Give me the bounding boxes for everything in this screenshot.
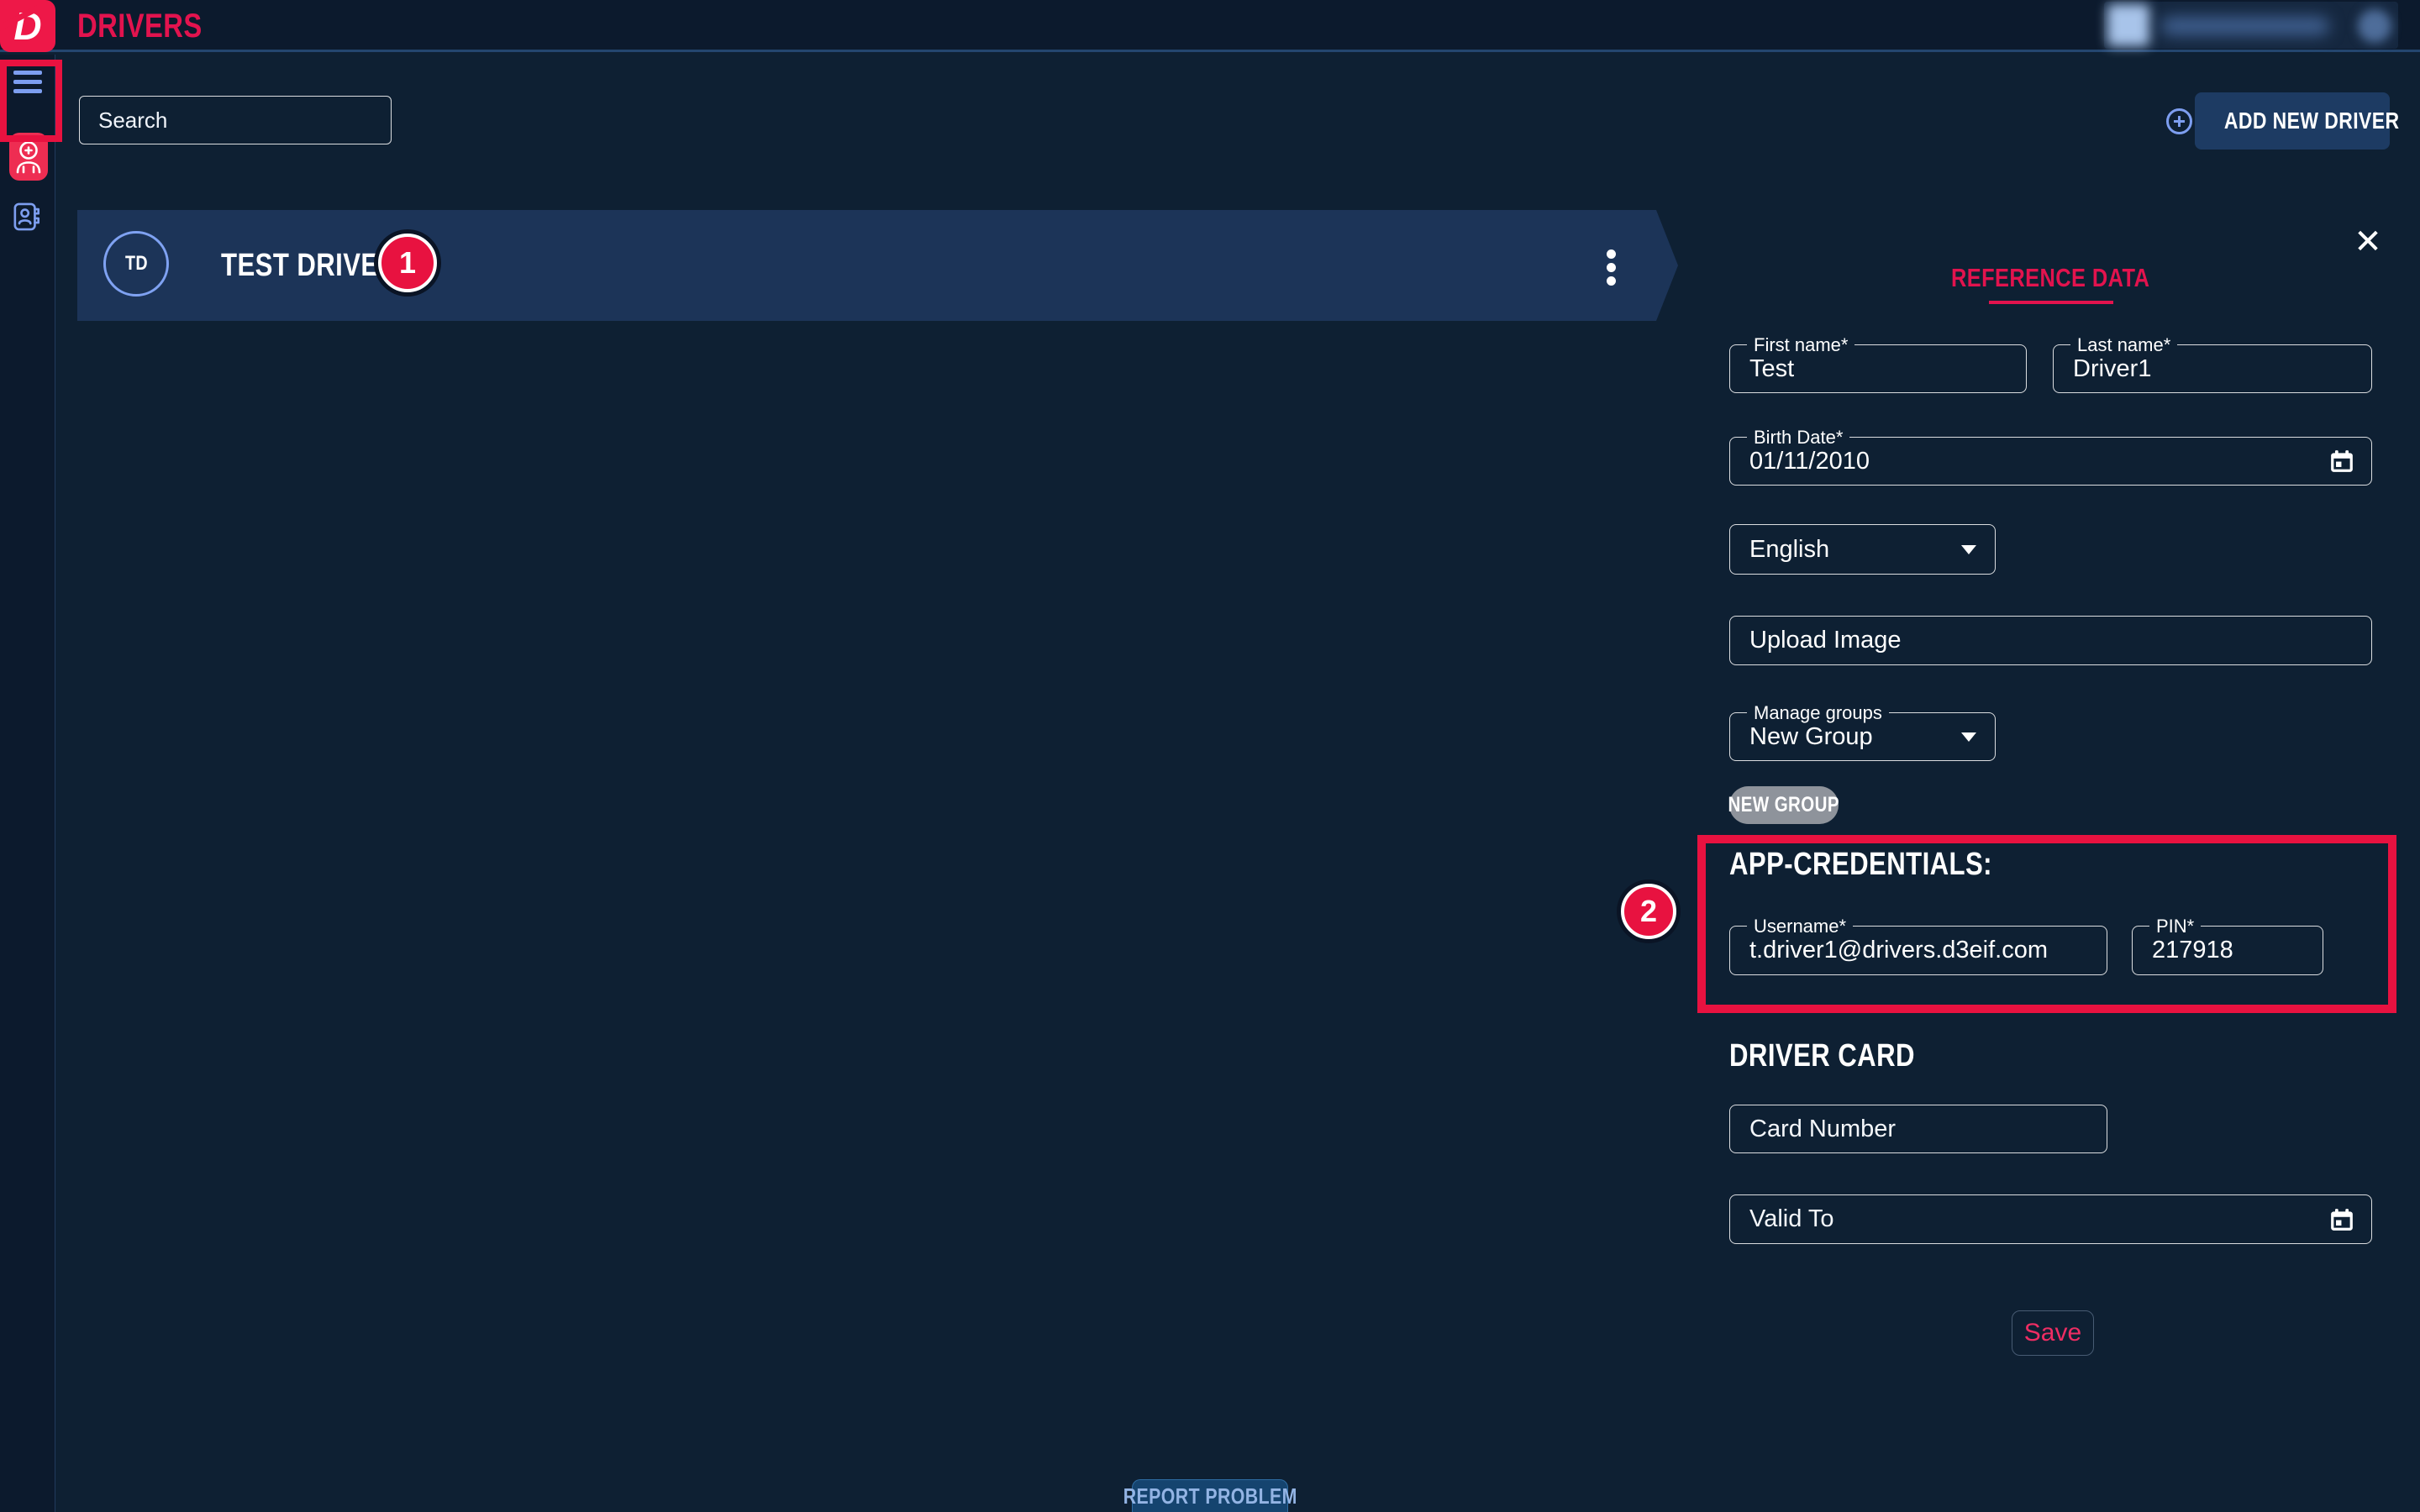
report-problem-button[interactable]: REPORT PROBLEM bbox=[1132, 1479, 1288, 1512]
driver-initials: TD bbox=[124, 252, 147, 276]
add-new-driver-button[interactable]: ADD NEW DRIVER bbox=[2195, 92, 2390, 150]
user-avatar[interactable] bbox=[2107, 4, 2149, 46]
pin-label: PIN* bbox=[2149, 916, 2201, 937]
sidebar-item-drivers[interactable] bbox=[9, 133, 48, 181]
birth-date-label: Birth Date* bbox=[1747, 427, 1849, 449]
driver-row[interactable]: TD TEST DRIVER1 bbox=[77, 210, 1678, 321]
app-screen: DRIVERS D bbox=[0, 0, 2420, 1512]
save-label: Save bbox=[2024, 1319, 2081, 1347]
menu-icon bbox=[13, 71, 42, 75]
pin-field[interactable]: PIN* bbox=[2132, 926, 2323, 975]
chevron-down-icon bbox=[1961, 545, 1976, 554]
annotation-step-2: 2 bbox=[1621, 884, 1676, 939]
user-info-panel bbox=[2104, 2, 2398, 49]
valid-to-input[interactable] bbox=[1730, 1195, 2371, 1243]
sidebar-item-contacts[interactable] bbox=[13, 202, 41, 232]
top-bar: DRIVERS bbox=[0, 0, 2420, 52]
page-title: DRIVERS bbox=[77, 8, 203, 45]
user-menu-button[interactable] bbox=[2358, 9, 2391, 43]
plus-circle-icon bbox=[2166, 108, 2192, 134]
card-number-field[interactable] bbox=[1729, 1105, 2107, 1153]
first-name-field[interactable]: First name* bbox=[1729, 344, 2027, 393]
annotation-step-1: 1 bbox=[378, 234, 437, 292]
first-name-label: First name* bbox=[1747, 334, 1854, 356]
upload-image-button[interactable]: Upload Image bbox=[1729, 616, 2372, 665]
app-credentials-heading: APP-CREDENTIALS: bbox=[1729, 847, 1992, 883]
language-value: English bbox=[1730, 525, 1995, 574]
panel-title-underline bbox=[1989, 301, 2113, 304]
upload-image-label: Upload Image bbox=[1730, 617, 2371, 664]
close-icon: ✕ bbox=[2354, 223, 2382, 261]
app-logo: D bbox=[0, 0, 55, 52]
manage-groups-select[interactable]: Manage groups New Group bbox=[1729, 712, 1996, 761]
report-problem-label: REPORT PROBLEM bbox=[1123, 1483, 1297, 1509]
card-number-input[interactable] bbox=[1730, 1105, 2107, 1152]
save-button[interactable]: Save bbox=[2012, 1310, 2094, 1356]
driver-icon bbox=[13, 139, 44, 176]
last-name-label: Last name* bbox=[2070, 334, 2177, 356]
last-name-field[interactable]: Last name* bbox=[2053, 344, 2372, 393]
manage-groups-label: Manage groups bbox=[1747, 702, 1889, 724]
username-field[interactable]: Username* bbox=[1729, 926, 2107, 975]
driver-avatar: TD bbox=[103, 231, 169, 297]
sidebar bbox=[0, 55, 55, 1512]
contacts-book-icon bbox=[13, 201, 41, 233]
birth-date-field[interactable]: Birth Date* bbox=[1729, 437, 2372, 486]
chevron-down-icon bbox=[1961, 732, 1976, 742]
user-name-redacted bbox=[2161, 17, 2329, 35]
group-chip[interactable]: NEW GROUP bbox=[1729, 786, 1839, 824]
add-new-driver-label: ADD NEW DRIVER bbox=[2224, 108, 2400, 134]
hamburger-menu-button[interactable] bbox=[13, 71, 42, 93]
panel-title: REFERENCE DATA bbox=[1951, 263, 2149, 293]
language-select[interactable]: English bbox=[1729, 524, 1996, 575]
row-kebab-menu-button[interactable] bbox=[1601, 249, 1621, 291]
calendar-icon[interactable] bbox=[2329, 1207, 2354, 1232]
valid-to-field[interactable] bbox=[1729, 1194, 2372, 1244]
search-input[interactable] bbox=[79, 96, 392, 144]
username-label: Username* bbox=[1747, 916, 1853, 937]
kebab-icon bbox=[1607, 249, 1616, 259]
close-panel-button[interactable]: ✕ bbox=[2349, 223, 2386, 260]
calendar-icon[interactable] bbox=[2329, 449, 2354, 474]
driver-card-heading: DRIVER CARD bbox=[1729, 1038, 1915, 1074]
panel-header: REFERENCE DATA bbox=[1729, 263, 2372, 304]
